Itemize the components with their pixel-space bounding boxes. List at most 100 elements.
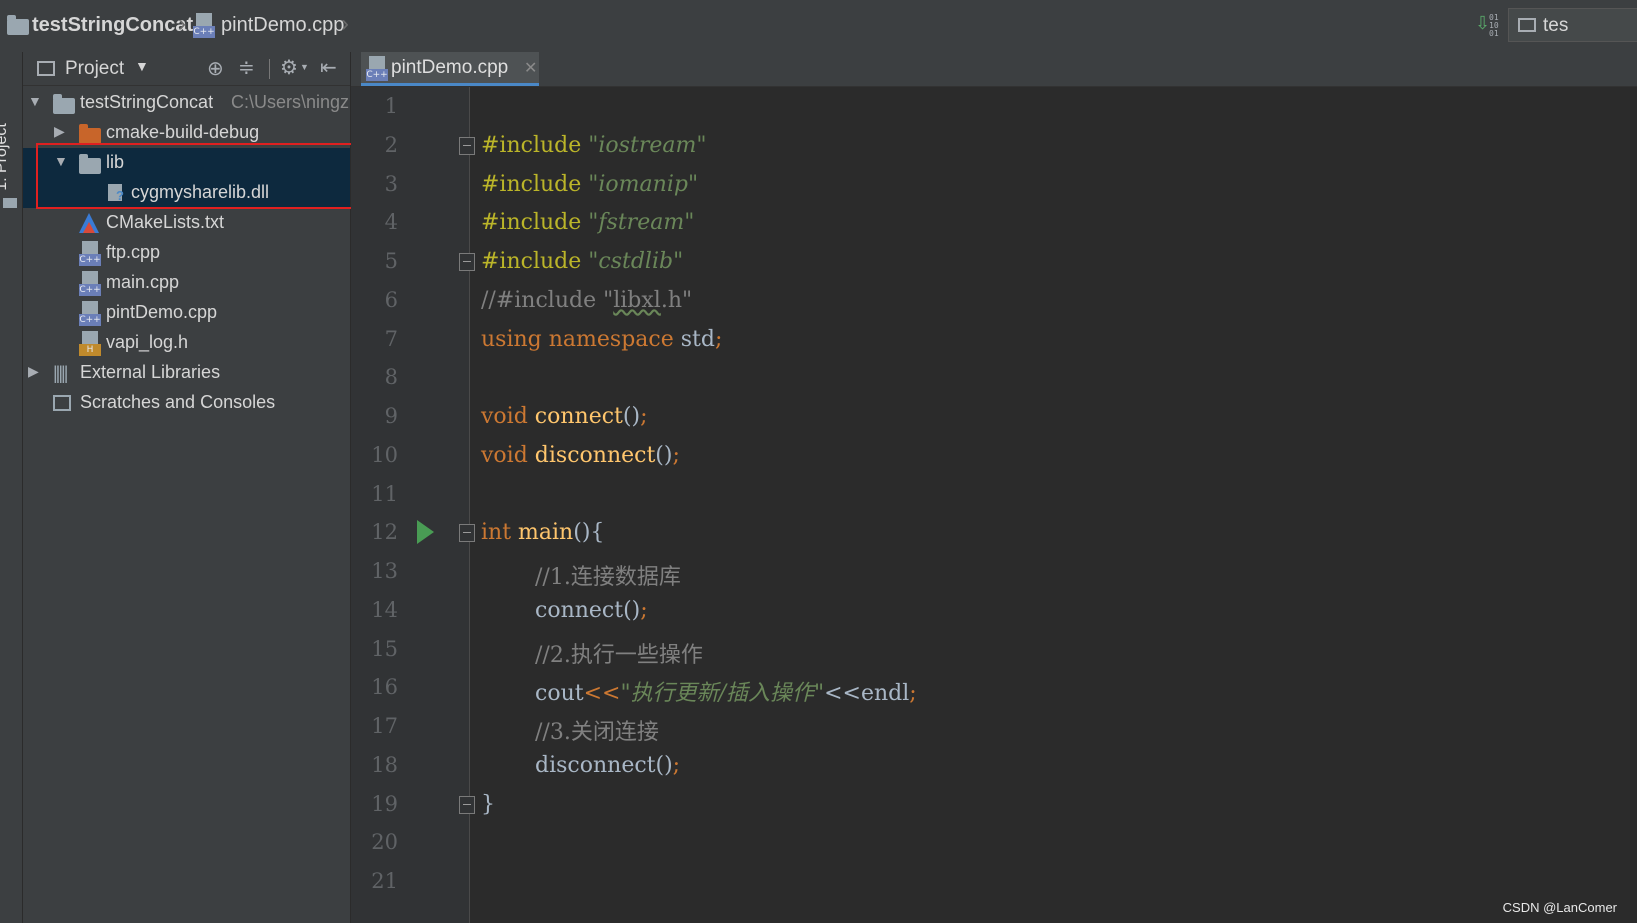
tree-item-main-cpp[interactable]: C++ main.cpp (23, 268, 350, 298)
cpp-file-icon: C++ (79, 271, 101, 297)
toolbar-divider (269, 59, 270, 79)
code-token: () (623, 598, 641, 623)
code-line-4: #include "fstream" (481, 210, 694, 244)
code-token: "iomanip" (588, 172, 699, 197)
project-view-icon (37, 61, 55, 76)
scratches-icon (53, 395, 71, 411)
structure-icon[interactable] (3, 198, 17, 208)
code-line-12: int main(){ (481, 520, 604, 554)
code-token: << (583, 681, 621, 706)
line-number: 6 (384, 288, 398, 312)
annotation-highlight-box (36, 143, 361, 209)
code-line-16: cout<<"执行更新/插入操作"<<endl; (535, 675, 917, 709)
expand-arrow-icon[interactable]: ▶ (28, 363, 39, 380)
chevron-down-icon[interactable]: ▼ (135, 58, 149, 74)
fold-marker-icon[interactable] (459, 796, 475, 814)
code-token: //3.关闭连接 (535, 720, 659, 745)
run-config-label: tes (1543, 15, 1569, 36)
cpp-file-icon: C++ (79, 241, 101, 267)
code-line-3: #include "iomanip" (481, 172, 698, 206)
code-token: ; (640, 404, 648, 429)
code-token: () (655, 753, 673, 778)
line-number: 21 (371, 869, 398, 893)
gear-icon[interactable]: ⚙ (280, 55, 298, 80)
code-line-19: } (481, 792, 495, 826)
expand-arrow-icon[interactable]: ▶ (54, 123, 65, 140)
cpp-file-icon: C++ (193, 13, 215, 39)
excluded-folder-icon (79, 124, 101, 144)
breadcrumb-separator-icon: › (178, 10, 186, 37)
tree-item-root[interactable]: ▼ testStringConcat C:\Users\ningz (23, 88, 350, 118)
cmake-icon-accent (83, 222, 95, 233)
code-token: connect (535, 598, 624, 623)
code-token: #include (481, 210, 582, 235)
tree-item-pintdemo-cpp[interactable]: C++ pintDemo.cpp (23, 298, 350, 328)
code-token: } (481, 792, 495, 817)
library-icon: ||||| (53, 363, 68, 383)
code-token: ; (672, 753, 681, 778)
expand-arrow-icon[interactable]: ▼ (28, 93, 42, 109)
tree-item-ftp-cpp[interactable]: C++ ftp.cpp (23, 238, 350, 268)
code-line-14: connect(); (535, 598, 648, 632)
fold-marker-icon[interactable] (459, 253, 475, 271)
collapse-all-icon[interactable]: ≑ (238, 55, 255, 80)
code-token: #include (481, 249, 582, 274)
tree-item-label: main.cpp (106, 272, 180, 292)
tree-item-label: CMakeLists.txt (106, 212, 225, 232)
line-number: 3 (384, 172, 398, 196)
tree-item-label: Scratches and Consoles (80, 392, 276, 412)
run-config-selector[interactable]: tes (1508, 8, 1637, 42)
navigation-bar: testStringConcat › C++ pintDemo.cpp › ⇩ … (0, 0, 1637, 53)
code-token: ; (714, 327, 723, 352)
code-token: disconnect (535, 753, 656, 778)
code-line-18: disconnect(); (535, 753, 680, 787)
fold-marker-icon[interactable] (459, 137, 475, 155)
tree-item-vapi-log-h[interactable]: H vapi_log.h (23, 328, 350, 358)
code-token: disconnect (534, 443, 656, 468)
tree-item-external-libraries[interactable]: ▶ ||||| External Libraries (23, 358, 350, 388)
code-token: using (481, 327, 542, 352)
code-token: "cstdlib" (588, 249, 684, 274)
code-token: () (655, 443, 673, 468)
editor-tab-bar: C++ pintDemo.cpp ✕ (351, 52, 1637, 87)
editor-gutter: 1 2 3 4 5 6 7 8 9 10 11 12 13 14 15 16 1… (351, 87, 475, 923)
fold-marker-icon[interactable] (459, 524, 475, 542)
code-token: connect (534, 404, 623, 429)
code-line-17: //3.关闭连接 (535, 714, 659, 748)
tree-item-label: cmake-build-debug (106, 122, 260, 142)
code-token: libxl (613, 288, 661, 313)
tree-item-label: External Libraries (80, 362, 221, 382)
chevron-down-icon[interactable]: ▼ (300, 62, 309, 72)
code-token: ; (640, 598, 648, 623)
line-number: 16 (371, 675, 398, 699)
window-icon (1518, 18, 1536, 32)
code-token: << (824, 681, 861, 706)
code-line-7: using namespace std; (481, 327, 722, 361)
code-token: //2.执行一些操作 (535, 643, 703, 668)
code-token: std (680, 327, 715, 352)
close-icon[interactable]: ✕ (524, 58, 537, 78)
code-token: int (481, 520, 512, 545)
line-number: 13 (371, 559, 398, 583)
code-line-6: //#include "libxl.h" (481, 288, 692, 322)
code-line-9: void connect(); (481, 404, 647, 438)
run-gutter-icon[interactable] (417, 520, 434, 544)
breadcrumb-file[interactable]: pintDemo.cpp (221, 14, 344, 37)
code-token: ; (909, 681, 917, 706)
locate-file-icon[interactable]: ⊕ (207, 56, 224, 81)
project-tool-window-button[interactable]: 1: Project (0, 112, 22, 202)
code-token: #include (481, 172, 582, 197)
tree-item-label: pintDemo.cpp (106, 302, 218, 322)
watermark: CSDN @LanComer (1502, 900, 1617, 915)
hide-panel-icon[interactable]: ⇤ (320, 55, 337, 80)
breadcrumb-project[interactable]: testStringConcat (32, 14, 193, 37)
code-token: namespace (548, 327, 674, 352)
tab-pintdemo-cpp[interactable]: C++ pintDemo.cpp ✕ (361, 52, 539, 86)
binary-sort-icon[interactable]: ⇩ (1475, 13, 1490, 34)
tree-item-scratches[interactable]: Scratches and Consoles (23, 388, 350, 418)
code-line-13: //1.连接数据库 (535, 559, 681, 593)
project-view-selector[interactable]: Project (65, 58, 124, 80)
code-token: (){ (573, 520, 605, 545)
tree-item-cmakelists[interactable]: CMakeLists.txt (23, 208, 350, 238)
line-number: 15 (371, 637, 398, 661)
